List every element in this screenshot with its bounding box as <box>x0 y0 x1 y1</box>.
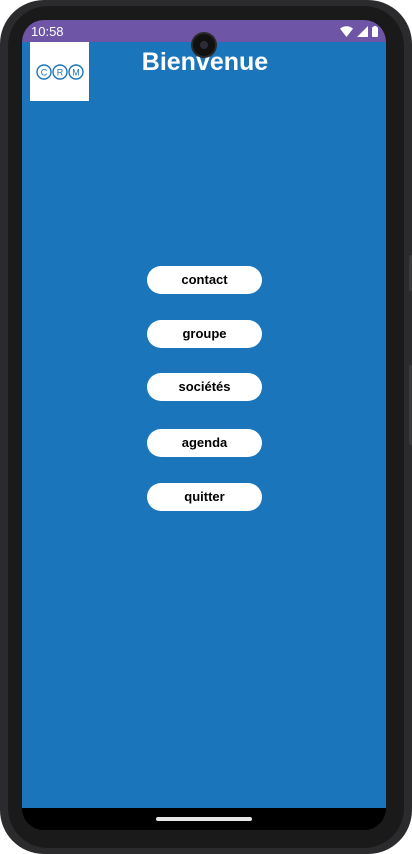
signal-icon <box>357 25 368 37</box>
home-indicator[interactable] <box>156 817 252 821</box>
crm-logo-graphic: C R M <box>35 63 84 80</box>
status-icons <box>340 25 378 37</box>
battery-icon <box>372 25 378 37</box>
svg-text:R: R <box>56 67 63 77</box>
contact-button[interactable]: contact <box>147 266 262 294</box>
svg-text:C: C <box>40 67 47 77</box>
status-time: 10:58 <box>31 24 64 39</box>
societes-button[interactable]: sociétés <box>147 373 262 401</box>
quitter-button[interactable]: quitter <box>147 483 262 511</box>
phone-frame: 10:58 C R M Bienvenue contact groupe soc… <box>0 0 412 854</box>
front-camera <box>193 34 215 56</box>
agenda-button[interactable]: agenda <box>147 429 262 457</box>
wifi-icon <box>340 25 353 37</box>
crm-logo: C R M <box>30 42 89 101</box>
screen: 10:58 C R M Bienvenue contact groupe soc… <box>22 20 386 830</box>
groupe-button[interactable]: groupe <box>147 320 262 348</box>
svg-text:M: M <box>72 67 80 77</box>
navigation-bar <box>22 808 386 830</box>
app-content: C R M Bienvenue contact groupe sociétés … <box>22 42 386 808</box>
